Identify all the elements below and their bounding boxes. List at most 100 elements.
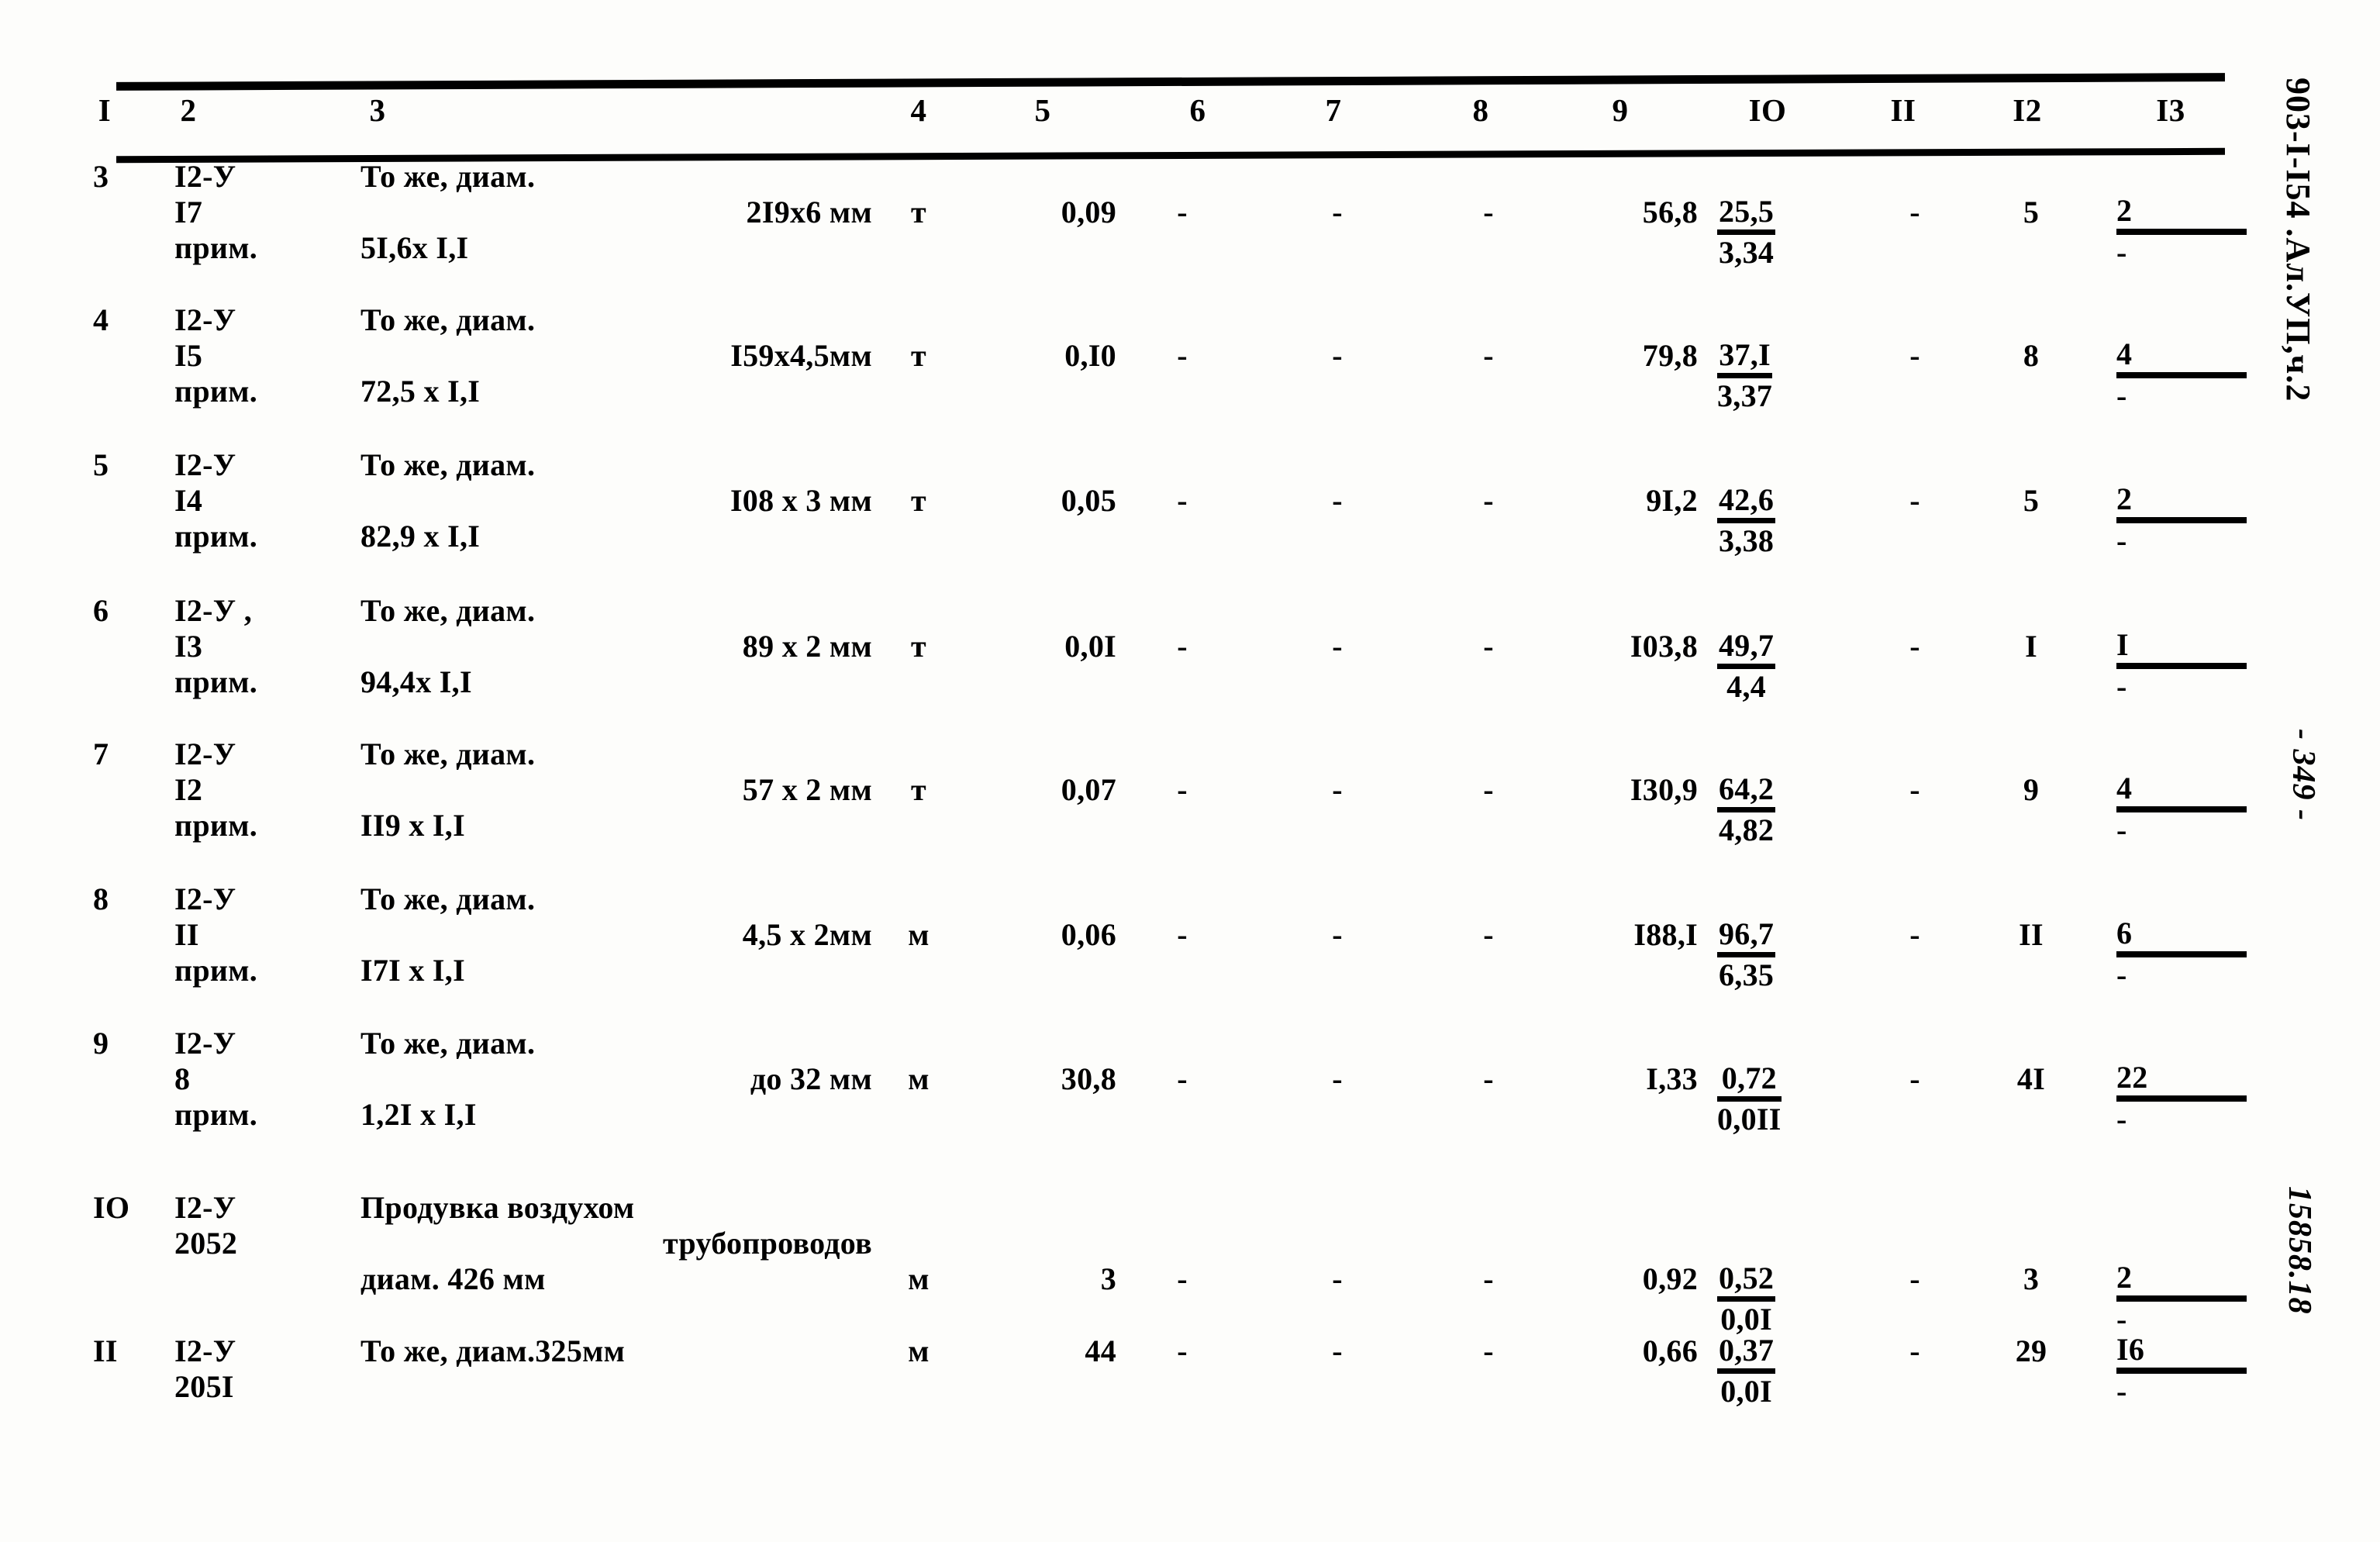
row-col12-value: 5: [2023, 195, 2040, 229]
row-code-line-2: I2: [174, 772, 203, 807]
row-col13-denominator: -: [2116, 669, 2127, 704]
row-col10-denominator: 3,34: [1719, 235, 1775, 270]
row-code-line-2: I5: [174, 338, 203, 373]
row-quantity: 44: [1085, 1333, 1116, 1368]
row-col10-denominator: 4,4: [1726, 669, 1767, 704]
row-quantity: 0,07: [1061, 772, 1116, 807]
table-top-rule: [116, 73, 2226, 91]
row-col9-value: 9I,2: [1646, 483, 1698, 518]
row-unit: м: [908, 1261, 930, 1296]
row-col13-fraction: I-: [2116, 629, 2256, 705]
row-col6-value: -: [1177, 483, 1188, 518]
row-col11-value: -: [1909, 338, 1920, 373]
row-quantity: 0,05: [1061, 483, 1116, 518]
row-col13-numerator: 4: [2116, 772, 2247, 812]
row-description-line-3: 94,4x I,I: [360, 664, 472, 699]
row-col10-fraction: 96,7 6,35: [1717, 917, 1872, 993]
row-col11-value: -: [1909, 1261, 1920, 1296]
row-col8-value: -: [1483, 195, 1494, 229]
row-code-line-2: I7: [174, 195, 203, 229]
row-col12-value: 5: [2023, 483, 2040, 518]
row-col12-value: 4I: [2016, 1061, 2046, 1096]
row-col7-value: -: [1332, 629, 1343, 664]
row-quantity: 0,I0: [1064, 338, 1116, 373]
row-col12-value: 29: [2015, 1333, 2047, 1368]
table-row: 3 I2-У I7 прим. То же, диам. 2I9x6 мм 5I,6x I,…: [0, 159, 2247, 302]
row-col7-value: -: [1332, 195, 1343, 229]
row-col13-denominator: -: [2116, 1102, 2127, 1137]
row-item-number: 9: [93, 1026, 109, 1061]
row-code-line-1: I2-У: [174, 1333, 236, 1368]
row-col10-numerator: 64,2: [1717, 772, 1776, 812]
row-code-line-1: I2-У: [174, 159, 236, 194]
table-row: IO I2-У 2052 Продувка воздухом трубопроводов…: [0, 1190, 2247, 1337]
row-col10-denominator: 6,35: [1719, 957, 1775, 992]
column-header-11: II: [1890, 92, 1916, 128]
row-code-line-1: I2-У: [174, 447, 236, 482]
table-row: 7 I2-У I2 прим. То же, диам. 57 x 2 мм II9 x I…: [0, 737, 2247, 881]
row-unit: т: [911, 629, 926, 664]
row-col11-value: -: [1909, 772, 1920, 807]
row-col10-denominator: 0,0II: [1717, 1102, 1782, 1137]
row-col7-value: -: [1332, 483, 1343, 518]
row-description-line-3: 5I,6x I,I: [360, 230, 469, 265]
row-col8-value: -: [1483, 1261, 1494, 1296]
row-code-line-2: 8: [174, 1061, 191, 1096]
row-col13-fraction: 2-: [2116, 195, 2256, 271]
row-description-line-3: 1,2I x I,I: [360, 1097, 477, 1132]
column-header-3: 3: [369, 92, 386, 128]
row-code-line-2: 205I: [174, 1369, 234, 1404]
row-col13-denominator: -: [2116, 1374, 2127, 1409]
row-col7-value: -: [1332, 338, 1343, 373]
row-col10-numerator: 25,5: [1717, 195, 1776, 235]
row-col6-value: -: [1177, 917, 1188, 952]
row-description-line-2: 57 x 2 мм: [742, 772, 872, 807]
row-col10-fraction: 42,6 3,38: [1717, 483, 1872, 559]
row-col13-denominator: -: [2116, 1302, 2127, 1337]
row-col6-value: -: [1177, 629, 1188, 664]
row-col10-numerator: 42,6: [1717, 483, 1776, 523]
column-header-8: 8: [1472, 92, 1489, 128]
row-col8-value: -: [1483, 1333, 1494, 1368]
row-col9-value: 0,66: [1642, 1333, 1698, 1368]
row-col9-value: I88,I: [1633, 917, 1698, 952]
column-header-5: 5: [1034, 92, 1051, 128]
row-col12-value: 8: [2023, 338, 2040, 373]
row-col13-denominator: -: [2116, 235, 2127, 270]
row-col10-fraction: 0,37 0,0I: [1717, 1333, 1872, 1409]
row-col9-value: 79,8: [1642, 338, 1698, 373]
row-col8-value: -: [1483, 338, 1494, 373]
table-body: 3 I2-У I7 прим. То же, диам. 2I9x6 мм 5I,6x I,…: [0, 159, 2247, 1457]
table-row: 9 I2-У 8 прим. То же, диам. до 32 мм 1,2I x I,…: [0, 1026, 2247, 1190]
row-code-line-2: II: [174, 917, 199, 952]
row-col9-value: I03,8: [1630, 629, 1698, 664]
row-description-line-3: диам. 426 мм: [360, 1261, 546, 1296]
row-unit: м: [908, 1061, 930, 1096]
row-col11-value: -: [1909, 483, 1920, 518]
row-description-line-1: То же, диам.: [360, 593, 536, 628]
row-description-line-1: То же, диам.: [360, 447, 536, 482]
row-col9-value: 56,8: [1642, 195, 1698, 229]
row-col10-denominator: 3,38: [1719, 523, 1775, 558]
row-col10-numerator: 37,I: [1717, 338, 1773, 378]
row-unit: т: [911, 772, 926, 807]
row-col10-numerator: 0,37: [1717, 1333, 1776, 1374]
row-description-line-1: То же, диам.: [360, 1026, 536, 1061]
row-col13-fraction: 22-: [2116, 1061, 2256, 1137]
row-description-line-1: То же, диам.: [360, 302, 536, 337]
column-header-10: IO: [1748, 92, 1787, 128]
row-col13-fraction: 6-: [2116, 917, 2256, 993]
row-col13-fraction: 2-: [2116, 1261, 2256, 1337]
row-code-line-3: прим.: [174, 519, 258, 554]
row-unit: т: [911, 195, 926, 229]
column-header-7: 7: [1325, 92, 1342, 128]
row-col7-value: -: [1332, 1261, 1343, 1296]
row-quantity: 0,06: [1061, 917, 1116, 952]
row-item-number: 6: [93, 593, 109, 628]
row-col8-value: -: [1483, 629, 1494, 664]
row-item-number: 5: [93, 447, 109, 482]
row-col13-fraction: 2-: [2116, 483, 2256, 559]
row-col9-value: I30,9: [1630, 772, 1698, 807]
row-quantity: 0,0I: [1064, 629, 1116, 664]
row-unit: м: [908, 1333, 930, 1368]
